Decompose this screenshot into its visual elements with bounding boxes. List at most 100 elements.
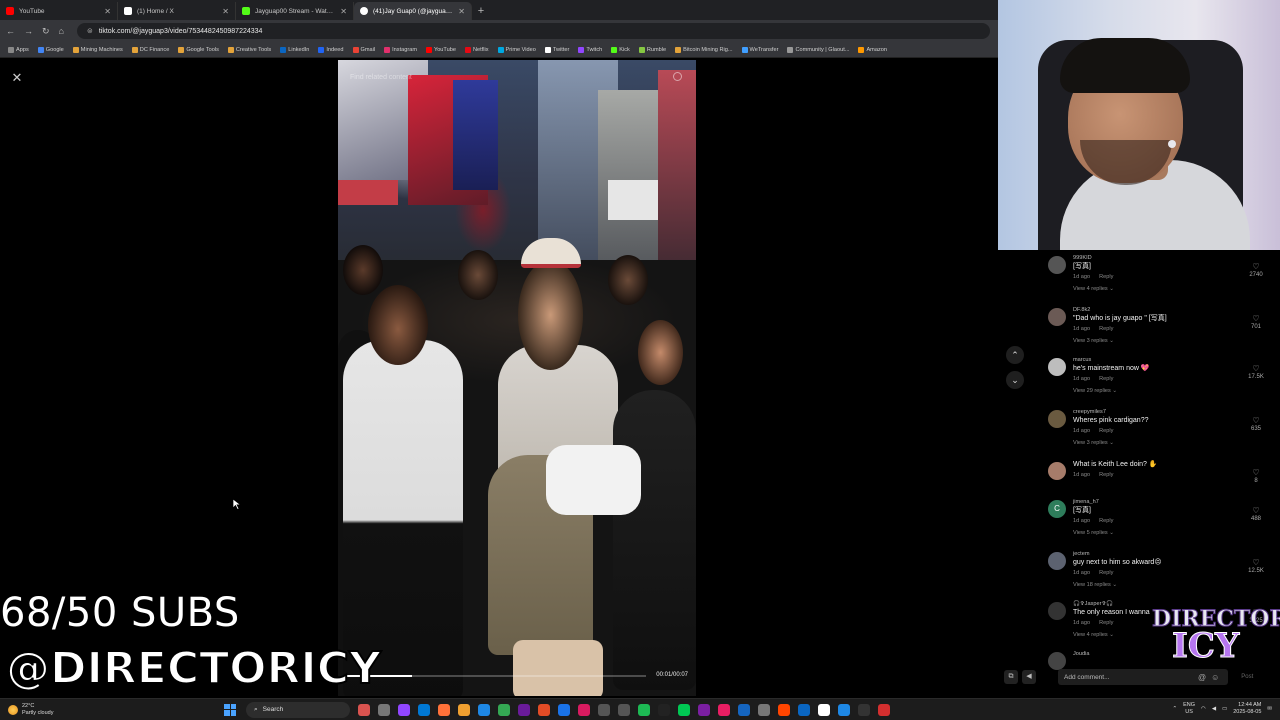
taskbar-app-icon[interactable] <box>718 703 730 716</box>
bookmark-item[interactable]: Mining Machines <box>72 46 123 53</box>
bookmark-item[interactable]: YouTube <box>425 46 456 53</box>
previous-video-button[interactable]: ⌃ <box>1006 346 1024 364</box>
taskbar-app-icon[interactable] <box>618 703 630 716</box>
bookmark-item[interactable]: Prime Video <box>497 46 536 53</box>
post-button[interactable]: Post <box>1241 674 1253 680</box>
taskbar-app-icon[interactable] <box>458 703 470 716</box>
like-button[interactable]: ♡ 17.5K <box>1244 364 1268 382</box>
home-icon[interactable]: ⌂ <box>59 26 64 36</box>
taskbar-app-icon[interactable] <box>798 703 810 716</box>
bookmark-item[interactable]: Rumble <box>638 46 666 53</box>
view-replies-button[interactable]: View 4 replies ⌄ <box>1073 283 1238 295</box>
taskbar-app-icon[interactable] <box>498 703 510 716</box>
like-button[interactable]: ♡ 2740 <box>1244 262 1268 280</box>
bookmark-item[interactable]: LinkedIn <box>280 46 309 53</box>
reply-button[interactable]: Reply <box>1099 274 1113 280</box>
bookmark-item[interactable]: Twitch <box>578 46 602 53</box>
back-icon[interactable]: ← <box>6 26 15 36</box>
tab-tiktok[interactable]: (41)Jay Guap0 (@jayguap3) ✕ <box>354 2 472 20</box>
taskbar-app-icon[interactable] <box>638 703 650 716</box>
bookmark-item[interactable]: Bitcoin Mining Rig... <box>675 46 733 53</box>
close-video-button[interactable]: ✕ <box>9 70 25 86</box>
taskbar-app-icon[interactable] <box>418 703 430 716</box>
video-player[interactable]: Find related content 00:01/00:07 <box>338 60 696 696</box>
comment-username[interactable]: jectem <box>1073 550 1238 558</box>
bookmark-item[interactable]: Instagram <box>384 46 417 53</box>
taskbar-app-icon[interactable] <box>758 703 770 716</box>
bookmark-item[interactable]: Amazon <box>858 46 887 53</box>
avatar[interactable] <box>1048 462 1066 480</box>
bookmark-item[interactable]: Kick <box>611 46 630 53</box>
bookmark-item[interactable]: Gmail <box>352 46 375 53</box>
taskbar-app-icon[interactable] <box>698 703 710 716</box>
reply-button[interactable]: Reply <box>1099 570 1113 576</box>
bookmark-item[interactable]: Creative Tools <box>227 46 271 53</box>
taskbar-app-icon[interactable] <box>578 703 590 716</box>
comment-username[interactable]: jimena_h7 <box>1073 498 1238 506</box>
bookmark-item[interactable]: Google <box>37 46 64 53</box>
reply-button[interactable]: Reply <box>1099 326 1113 332</box>
emoji-icon[interactable]: ☺ <box>1211 673 1219 682</box>
like-button[interactable]: ♡ 12.5K <box>1244 558 1268 576</box>
view-replies-button[interactable]: View 18 replies ⌄ <box>1073 579 1238 591</box>
comment-username[interactable]: DF.8k2 <box>1073 306 1238 314</box>
comment-username[interactable]: marcus <box>1073 356 1238 364</box>
wifi-icon[interactable]: ◠ <box>1201 706 1206 712</box>
weather-widget[interactable]: 22°C Partly cloudy <box>0 703 220 717</box>
taskbar-app-icon[interactable] <box>878 703 890 716</box>
reply-button[interactable]: Reply <box>1099 472 1113 478</box>
taskbar-app-icon[interactable] <box>438 703 450 716</box>
tab-kick-stream[interactable]: Jayguap00 Stream - Watch Live ✕ <box>236 2 354 20</box>
bookmark-item[interactable]: Netflix <box>464 46 489 53</box>
bookmark-item[interactable]: Google Tools <box>178 46 219 53</box>
view-replies-button[interactable]: View 3 replies ⌄ <box>1073 437 1238 449</box>
view-replies-button[interactable]: View 29 replies ⌄ <box>1073 385 1238 397</box>
tab-close-icon[interactable]: ✕ <box>104 7 111 16</box>
taskbar-app-icon[interactable] <box>858 703 870 716</box>
like-button[interactable]: ♡ 488 <box>1244 506 1268 524</box>
volume-icon[interactable]: ◀ <box>1022 670 1036 684</box>
taskbar-app-icon[interactable] <box>658 703 670 716</box>
avatar[interactable] <box>1048 552 1066 570</box>
avatar[interactable]: C <box>1048 500 1066 518</box>
taskbar-app-icon[interactable] <box>398 703 410 716</box>
tab-close-icon[interactable]: ✕ <box>340 7 347 16</box>
comment-username[interactable]: creepymiles7 <box>1073 408 1238 416</box>
taskbar-app-icon[interactable] <box>518 703 530 716</box>
taskbar-app-icon[interactable] <box>818 703 830 716</box>
tab-x-home[interactable]: (1) Home / X ✕ <box>118 2 236 20</box>
windows-start-icon[interactable] <box>224 703 236 716</box>
reply-button[interactable]: Reply <box>1099 518 1113 524</box>
url-field[interactable]: ⊜ tiktok.com/@jayguap3/video/75344824509… <box>76 23 990 39</box>
taskbar-app-icon[interactable] <box>838 703 850 716</box>
avatar[interactable] <box>1048 358 1066 376</box>
avatar[interactable] <box>1048 602 1066 620</box>
taskbar-app-icon[interactable] <box>778 703 790 716</box>
speaker-icon[interactable]: ◀ <box>1212 706 1216 712</box>
tab-youtube[interactable]: YouTube ✕ <box>0 2 118 20</box>
reload-icon[interactable]: ↻ <box>42 26 50 37</box>
reply-button[interactable]: Reply <box>1099 376 1113 382</box>
forward-icon[interactable]: → <box>24 26 33 36</box>
bookmark-item[interactable]: Twitter <box>544 46 569 53</box>
avatar[interactable] <box>1048 410 1066 428</box>
comment-username[interactable]: 999KID <box>1073 254 1238 262</box>
mention-icon[interactable]: @ <box>1198 673 1206 682</box>
avatar[interactable] <box>1048 308 1066 326</box>
tab-close-icon[interactable]: ✕ <box>222 7 229 16</box>
reply-button[interactable]: Reply <box>1099 428 1113 434</box>
taskbar-app-icon[interactable] <box>558 703 570 716</box>
video-progress-bar[interactable] <box>346 675 646 677</box>
notification-icon[interactable]: ✉ <box>1267 706 1272 712</box>
new-tab-button[interactable]: + <box>472 2 490 20</box>
site-info-icon[interactable]: ⊜ <box>87 27 93 35</box>
copy-icon[interactable]: ⧉ <box>1004 670 1018 684</box>
view-replies-button[interactable]: View 5 replies ⌄ <box>1073 527 1238 539</box>
bookmark-item[interactable]: Apps <box>8 46 29 53</box>
bookmark-item[interactable]: Community | Glaout... <box>787 46 849 53</box>
bookmark-item[interactable]: DC Finance <box>131 46 169 53</box>
like-button[interactable]: ♡ 635 <box>1244 416 1268 434</box>
taskbar-app-icon[interactable] <box>478 703 490 716</box>
like-button[interactable]: ♡ 701 <box>1244 314 1268 332</box>
taskbar-app-icon[interactable] <box>598 703 610 716</box>
